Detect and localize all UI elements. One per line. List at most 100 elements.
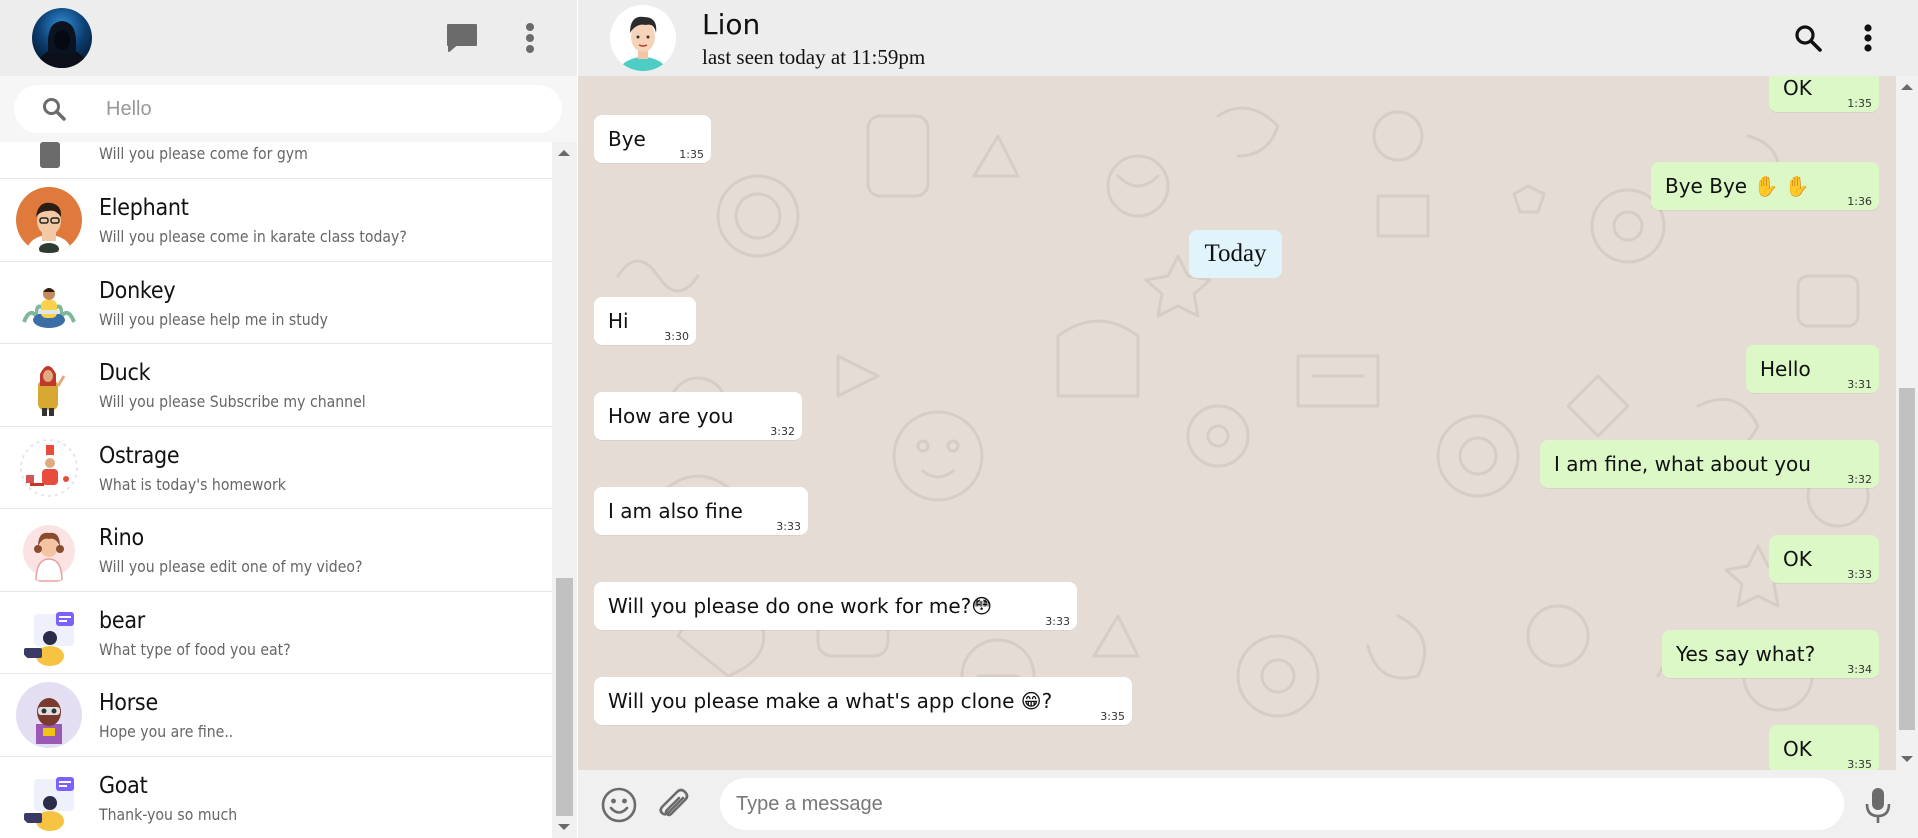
chat-item[interactable]: Duck Will you please Subscribe my channe… (0, 344, 552, 427)
message-bubble-incoming[interactable]: Bye 1:35 (594, 115, 711, 163)
message-bubble-incoming[interactable]: I am also fine 3:33 (594, 487, 808, 535)
chat-avatar (16, 682, 82, 748)
conversation-header: Lion last seen today at 11:59pm (578, 0, 1918, 76)
message-text: Bye Bye ✋ ✋ (1665, 174, 1810, 198)
chat-preview: Will you please come in karate class tod… (99, 227, 407, 246)
contact-avatar[interactable] (610, 5, 676, 71)
search-bar (0, 76, 577, 142)
message-input[interactable] (736, 788, 1816, 820)
scrollbar-thumb[interactable] (1899, 388, 1915, 730)
message-text: OK (1783, 737, 1812, 761)
new-chat-icon[interactable] (442, 18, 482, 58)
chat-avatar (16, 517, 82, 583)
message-input-box[interactable] (720, 778, 1844, 830)
scroll-up-arrow-icon[interactable] (1901, 84, 1913, 90)
chat-preview: Hope you are fine.. (99, 722, 234, 741)
message-text: Hi (608, 309, 629, 333)
scroll-down-arrow-icon[interactable] (558, 824, 570, 830)
message-composer (578, 770, 1918, 838)
message-text: Bye (608, 127, 646, 151)
more-vert-icon[interactable] (510, 18, 550, 58)
search-icon[interactable] (1788, 18, 1828, 58)
scroll-down-arrow-icon[interactable] (1901, 756, 1913, 762)
message-text: How are you (608, 404, 734, 428)
chat-name: Rino (99, 525, 144, 551)
day-separator: Today (1189, 230, 1282, 278)
chat-item[interactable]: Horse Hope you are fine.. (0, 674, 552, 757)
message-bubble-outgoing[interactable]: Bye Bye ✋ ✋ 1:36 (1651, 162, 1879, 210)
message-bubble-outgoing[interactable]: OK 3:33 (1769, 535, 1879, 583)
message-text: I am also fine (608, 499, 743, 523)
scrollbar-thumb[interactable] (556, 578, 573, 816)
chat-name: Donkey (99, 277, 176, 304)
chat-avatar (16, 434, 82, 501)
sidebar-header (0, 0, 577, 76)
emoji-icon[interactable] (598, 784, 640, 826)
message-bubble-incoming[interactable]: How are you 3:32 (594, 392, 802, 440)
message-time: 1:35 (1847, 97, 1872, 110)
message-text: Yes say what? (1676, 642, 1816, 666)
message-bubble-outgoing[interactable]: OK 1:35 (1769, 76, 1879, 112)
message-bubble-outgoing[interactable]: Hello 3:31 (1746, 345, 1879, 393)
chat-preview: What type of food you eat? (99, 639, 291, 659)
message-time: 3:33 (1847, 568, 1872, 581)
last-seen-status: last seen today at 11:59pm (702, 45, 926, 69)
chat-preview: Will you please edit one of my video? (99, 557, 363, 576)
message-bubble-incoming[interactable]: Will you please do one work for me?😳 3:3… (594, 582, 1077, 630)
chat-preview: Will you please help me in study (99, 309, 328, 329)
message-time: 3:33 (1045, 615, 1070, 628)
conversation-pane: Lion last seen today at 11:59pm OK 1:35 … (578, 0, 1918, 838)
chat-item[interactable]: Ostrage What is today's homework (0, 426, 552, 509)
chat-list: Will you please come for gym Elephant Wi… (0, 142, 552, 838)
chat-item[interactable]: bear What type of food you eat? (0, 591, 552, 674)
chat-item[interactable]: Donkey Will you please help me in study (0, 261, 552, 344)
mic-icon[interactable] (1857, 784, 1899, 826)
chat-sidebar: Will you please come for gym Elephant Wi… (0, 0, 577, 838)
chat-item[interactable]: Goat Thank-you so much (0, 756, 552, 838)
chat-item[interactable]: Will you please come for gym (0, 142, 552, 179)
chat-item[interactable]: Elephant Will you please come in karate … (0, 179, 552, 262)
message-time: 3:34 (1847, 663, 1872, 676)
chat-name: bear (99, 607, 145, 634)
chat-name: Goat (99, 772, 148, 799)
profile-avatar[interactable] (32, 8, 92, 68)
chat-item[interactable]: Rino Will you please edit one of my vide… (0, 509, 552, 592)
chat-name: Duck (99, 360, 151, 386)
message-time: 1:36 (1847, 195, 1872, 208)
chat-preview: Thank-you so much (99, 804, 238, 824)
more-vert-icon[interactable] (1848, 18, 1888, 58)
message-time: 3:31 (1847, 378, 1872, 391)
message-time: 3:32 (770, 425, 795, 438)
attach-icon[interactable] (653, 784, 695, 826)
message-text: OK (1783, 547, 1812, 571)
chat-preview: Will you please come for gym (99, 144, 308, 163)
chat-avatar (16, 599, 82, 666)
message-time: 3:33 (776, 520, 801, 533)
message-bubble-outgoing[interactable]: I am fine, what about you 3:32 (1540, 440, 1879, 488)
search-icon (42, 97, 66, 126)
message-bubble-incoming[interactable]: Will you please make a what's app clone … (594, 677, 1132, 725)
message-text: Hello (1760, 357, 1811, 381)
message-bubble-incoming[interactable]: Hi 3:30 (594, 297, 696, 345)
message-time: 1:35 (679, 148, 704, 161)
chat-preview: What is today's homework (99, 474, 286, 494)
message-text: Will you please make a what's app clone … (608, 689, 1053, 713)
chat-avatar (30, 142, 70, 172)
message-bubble-outgoing[interactable]: Yes say what? 3:34 (1662, 630, 1879, 678)
message-bubble-outgoing[interactable]: OK 3:35 (1769, 725, 1879, 770)
chat-preview: Will you please Subscribe my channel (99, 392, 366, 411)
contact-name: Lion (702, 8, 761, 41)
chat-avatar (16, 187, 82, 253)
search-box[interactable] (14, 85, 562, 133)
chat-avatar (16, 764, 82, 831)
chat-list-scrollbar[interactable] (552, 142, 577, 838)
message-text: I am fine, what about you (1554, 452, 1811, 476)
search-input[interactable] (106, 93, 526, 125)
chat-avatar (16, 352, 82, 418)
chat-name: Horse (99, 690, 158, 716)
message-time: 3:32 (1847, 473, 1872, 486)
scroll-up-arrow-icon[interactable] (558, 150, 570, 156)
chat-name: Elephant (99, 195, 189, 221)
message-list: OK 1:35 Bye 1:35 Bye Bye ✋ ✋ 1:36 Today … (578, 76, 1896, 770)
message-list-scrollbar[interactable] (1896, 76, 1918, 770)
